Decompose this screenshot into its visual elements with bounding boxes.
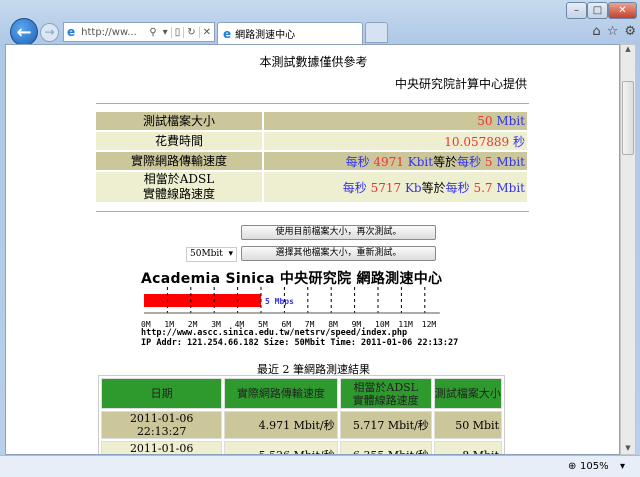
- summary-row: 花費時間 10.057889 秒: [96, 132, 527, 150]
- summary-label: 實際網路傳輸速度: [96, 152, 262, 170]
- column-header: 日期: [101, 378, 223, 409]
- close-window-button[interactable]: ✕: [608, 2, 637, 19]
- results-table: 日期 實際網路傳輸速度 相當於ADSL 實體線路速度 測試檔案大小 2011-01-06…: [98, 375, 505, 454]
- divider: [96, 103, 529, 104]
- zoom-level[interactable]: 105%: [580, 461, 609, 472]
- table-row: 2011-01-06 22:13:125.526 Mbit/秒6.355 Mbi…: [101, 441, 502, 454]
- column-header: 實際網路傳輸速度: [224, 378, 338, 409]
- disclaimer: 本測試數據僅供參考: [259, 55, 368, 69]
- scroll-down-icon[interactable]: ▼: [621, 444, 635, 452]
- speed-graph-info: IP Addr: 121.254.66.182 Size: 50Mbit Tim…: [141, 338, 459, 348]
- vertical-scrollbar[interactable]: ▲ ▼: [620, 44, 636, 455]
- value-part: 每秒: [445, 180, 470, 195]
- summary-row: 測試檔案大小 50 Mbit: [96, 112, 527, 130]
- dropdown-icon[interactable]: ▾: [160, 27, 171, 38]
- value-part: Kbit: [403, 154, 434, 169]
- summary-value: 每秒 4971 Kbit等於每秒 5 Mbit: [264, 152, 527, 170]
- minimize-button[interactable]: –: [566, 2, 587, 19]
- stop-icon[interactable]: ✕: [198, 26, 214, 38]
- summary-row: 相當於ADSL 實體線路速度 每秒 5717 Kb等於每秒 5.7 Mbit: [96, 172, 527, 202]
- value-part: Mbit: [492, 114, 525, 128]
- tab-title: 網路測速中心: [235, 30, 296, 41]
- scroll-thumb[interactable]: [622, 81, 634, 155]
- table-cell: 2011-01-06 22:13:27: [101, 411, 223, 439]
- home-icon[interactable]: ⌂: [592, 24, 600, 39]
- summary-value: 50 Mbit: [264, 112, 527, 130]
- size-select[interactable]: 50Mbit ▾: [186, 247, 237, 262]
- value-part: 每秒: [345, 154, 370, 169]
- retest-button[interactable]: 使用目前檔案大小，再次測試。: [241, 225, 436, 240]
- summary-label: 相當於ADSL 實體線路速度: [96, 172, 262, 202]
- divider: [96, 211, 529, 212]
- speed-value-label: 5 Mbps: [265, 297, 294, 306]
- refresh-icon[interactable]: ↻: [183, 26, 198, 38]
- column-header: 相當於ADSL 實體線路速度: [339, 378, 432, 409]
- value-part: Kb: [401, 180, 422, 195]
- table-cell: 5.717 Mbit/秒: [339, 411, 432, 439]
- search-icon[interactable]: ⚲: [146, 27, 159, 38]
- address-text: http://ww...: [81, 26, 137, 38]
- table-cell: 6.355 Mbit/秒: [339, 441, 432, 454]
- compat-icon[interactable]: ▯: [170, 26, 184, 38]
- table-cell: 5.526 Mbit/秒: [224, 441, 338, 454]
- value-part: 每秒: [342, 180, 367, 195]
- column-header: 測試檔案大小: [433, 378, 502, 409]
- summary-label: 測試檔案大小: [96, 112, 262, 130]
- speed-graph: 5 Mbps0M 1M 2M 3M 4M 5M 6M 7M 8M 9M 10M 11M 12M: [141, 287, 440, 329]
- favorites-icon[interactable]: ☆: [607, 24, 619, 39]
- value-part: 10.057889: [444, 134, 510, 149]
- value-part: 等於: [433, 154, 458, 169]
- size-select-value: 50Mbit: [190, 249, 223, 259]
- table-row: 2011-01-06 22:13:27 4.971 Mbit/秒 5.717 Mbi…: [101, 411, 502, 439]
- page-content: 本測試數據僅供參考 中央研究院計算中心提供 測試檔案大小 50 Mbit 花費時間 1…: [5, 44, 620, 455]
- summary-value: 10.057889 秒: [264, 132, 527, 150]
- value-part: 5: [481, 154, 493, 169]
- value-part: 每秒: [457, 154, 482, 169]
- table-cell: 2011-01-06 22:13:12: [101, 441, 223, 454]
- zoom-icon[interactable]: ⊕: [568, 461, 576, 472]
- value-part: 50: [477, 114, 493, 128]
- speed-bar: [144, 294, 261, 307]
- summary-row: 實際網路傳輸速度 每秒 4971 Kbit等於每秒 5 Mbit: [96, 152, 527, 170]
- table-cell: 8 Mbit: [433, 441, 502, 454]
- zoom-dropdown-icon[interactable]: ▾: [620, 461, 625, 472]
- value-part: 5717: [366, 180, 402, 195]
- summary-label: 花費時間: [96, 132, 262, 150]
- scroll-up-icon[interactable]: ▲: [621, 45, 635, 53]
- value-part: 等於: [421, 180, 446, 195]
- summary-table: 測試檔案大小 50 Mbit 花費時間 10.057889 秒實際網路傳輸速度 每秒 4…: [94, 110, 529, 204]
- tab-speedtest[interactable]: e 網路測速中心: [217, 22, 363, 44]
- value-part: Mbit: [492, 180, 525, 195]
- new-test-button[interactable]: 選擇其他檔案大小，重新測試。: [241, 246, 436, 261]
- status-bar: ⊕ 105% ▾: [0, 455, 640, 477]
- ie-icon: e: [67, 25, 76, 39]
- back-button[interactable]: ←: [10, 18, 38, 46]
- speed-graph-url: http://www.ascc.sinica.edu.tw/netsrv/spe…: [141, 328, 408, 338]
- chevron-down-icon: ▾: [228, 249, 233, 259]
- tick-label: 12M: [422, 320, 437, 329]
- summary-value: 每秒 5717 Kb等於每秒 5.7 Mbit: [264, 172, 527, 202]
- forward-button[interactable]: →: [40, 23, 59, 42]
- value-part: Mbit: [492, 154, 525, 169]
- provider: 中央研究院計算中心提供: [394, 77, 527, 91]
- maximize-button[interactable]: □: [587, 2, 608, 19]
- table-cell: 4.971 Mbit/秒: [224, 411, 338, 439]
- table-cell: 50 Mbit: [433, 411, 502, 439]
- new-tab-button[interactable]: [365, 22, 388, 43]
- address-bar[interactable]: e http://ww... ⚲ ▾ ▯ ↻ ✕: [63, 22, 215, 42]
- ie-icon: e: [223, 26, 232, 41]
- gear-icon[interactable]: ⚙: [624, 24, 636, 39]
- value-part: 4971: [369, 154, 404, 169]
- value-part: 5.7: [469, 180, 493, 195]
- value-part: 秒: [509, 134, 525, 149]
